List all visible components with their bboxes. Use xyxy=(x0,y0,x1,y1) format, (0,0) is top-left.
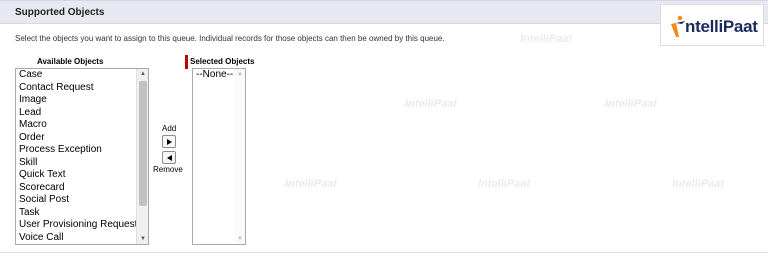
logo-text: ntelliPaat xyxy=(685,17,758,36)
available-scrollbar[interactable]: ▲ ▼ xyxy=(136,69,148,244)
section-title: Supported Objects xyxy=(15,7,105,18)
selected-scrollbar[interactable]: ▲ ▼ xyxy=(235,69,245,244)
list-option[interactable]: Social Post xyxy=(17,194,134,207)
instructions-text: Select the objects you want to assign to… xyxy=(15,34,445,43)
remove-label: Remove xyxy=(153,165,183,174)
list-option[interactable]: Order xyxy=(17,132,134,145)
watermark: IntelliPaat xyxy=(285,178,337,190)
required-indicator xyxy=(185,55,188,69)
list-option[interactable]: Lead xyxy=(17,107,134,120)
remove-button[interactable] xyxy=(162,151,176,164)
list-option[interactable]: Macro xyxy=(17,119,134,132)
selected-objects-header: Selected Objects xyxy=(190,57,255,66)
list-option[interactable]: Skill xyxy=(17,157,134,170)
intellipaat-logo: ntelliPaat xyxy=(660,4,764,46)
available-objects-listbox[interactable]: Case Contact Request Image Lead Macro Order Pr… xyxy=(15,68,149,245)
list-option[interactable]: Quick Text xyxy=(17,169,134,182)
scroll-up-icon[interactable]: ▲ xyxy=(137,69,148,79)
watermark: IntelliPaat xyxy=(605,98,657,110)
scroll-thumb[interactable] xyxy=(139,81,147,206)
list-option[interactable]: Process Exception xyxy=(17,144,134,157)
watermark: IntelliPaat xyxy=(478,178,530,190)
list-option[interactable]: Voice Call xyxy=(17,232,134,245)
list-option[interactable]: Case xyxy=(17,69,134,82)
list-option[interactable]: Image xyxy=(17,94,134,107)
available-objects-list: Case Contact Request Image Lead Macro Order Pr… xyxy=(17,69,137,245)
list-option[interactable]: --None-- xyxy=(194,69,233,82)
watermark: IntelliPaat xyxy=(405,98,457,110)
selected-objects-list: --None-- xyxy=(194,69,233,82)
watermark: IntelliPaat xyxy=(520,33,572,45)
scroll-up-icon[interactable]: ▲ xyxy=(235,69,245,79)
selected-objects-listbox[interactable]: --None-- ▲ ▼ xyxy=(192,68,246,245)
list-option[interactable]: Contact Request xyxy=(17,82,134,95)
add-label: Add xyxy=(162,124,177,133)
divider xyxy=(0,252,768,253)
available-objects-header: Available Objects xyxy=(37,57,104,66)
add-button[interactable] xyxy=(162,135,176,148)
list-option[interactable]: Task xyxy=(17,207,134,220)
list-option[interactable]: Scorecard xyxy=(17,182,134,195)
section-header: Supported Objects xyxy=(0,0,768,24)
arrow-right-icon xyxy=(166,138,172,145)
scroll-down-icon[interactable]: ▼ xyxy=(137,234,148,244)
arrow-left-icon xyxy=(166,154,172,161)
list-option[interactable]: User Provisioning Request xyxy=(17,219,137,232)
watermark: IntelliPaat xyxy=(672,178,724,190)
scroll-down-icon[interactable]: ▼ xyxy=(235,234,245,244)
intellipaat-logo-icon xyxy=(671,15,685,37)
